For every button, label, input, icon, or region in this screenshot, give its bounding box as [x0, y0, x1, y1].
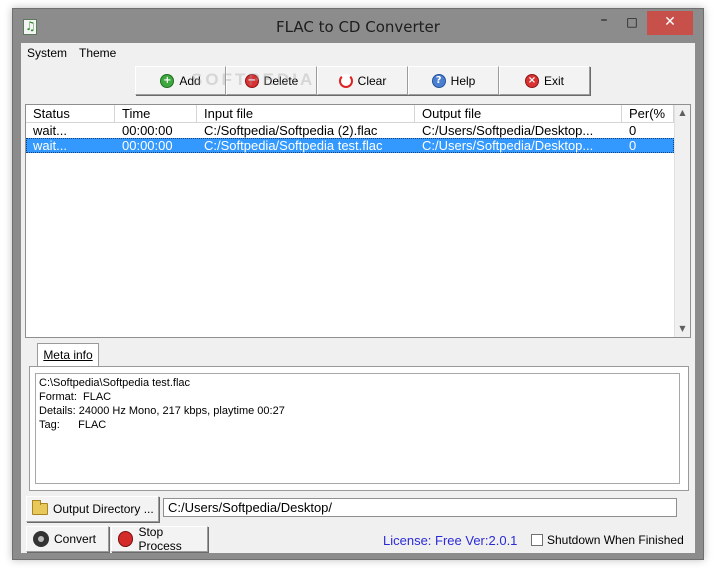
exit-button-label: Exit	[543, 73, 564, 88]
app-window: FLAC to CD Converter – □ ✕ System Theme …	[12, 8, 704, 560]
shutdown-label: Shutdown When Finished	[547, 533, 684, 547]
delete-button[interactable]: − Delete	[226, 66, 317, 95]
meta-line-tag: Tag: FLAC	[39, 419, 107, 431]
add-button-label: Add	[179, 73, 201, 88]
column-percent[interactable]: Per(%	[622, 105, 674, 123]
row-output-file: C:/Users/Softpedia/Desktop...	[422, 123, 594, 138]
minimize-button[interactable]: –	[591, 11, 617, 35]
table-row[interactable]: wait... 00:00:00 C:/Softpedia/Softpedia …	[26, 123, 674, 138]
row-time: 00:00:00	[122, 123, 173, 138]
column-time[interactable]: Time	[115, 105, 197, 123]
help-icon: ?	[431, 73, 446, 88]
meta-line-details: Details: 24000 Hz Mono, 217 kbps, playti…	[39, 405, 285, 417]
row-input-file: C:/Softpedia/Softpedia test.flac	[204, 138, 383, 153]
table-row-selected[interactable]: wait... 00:00:00 C:/Softpedia/Softpedia …	[26, 138, 674, 153]
client-area: System Theme + Add − Delete Clear ? Help…	[21, 43, 695, 553]
license-version-text: License: Free Ver:2.0.1	[383, 533, 518, 548]
file-list-scrollbar[interactable]: ▲ ▼	[674, 105, 690, 337]
convert-button[interactable]: Convert	[26, 526, 109, 552]
output-directory-button[interactable]: Output Directory ...	[26, 496, 159, 522]
meta-line-path: C:\Softpedia\Softpedia test.flac	[39, 377, 191, 389]
file-list-header: Status Time Input file Output file Per(%	[26, 105, 674, 123]
scroll-down-icon[interactable]: ▼	[675, 321, 690, 337]
row-output-file: C:/Users/Softpedia/Desktop...	[422, 138, 594, 153]
row-percent: 0	[629, 138, 637, 153]
row-percent: 0	[629, 123, 637, 138]
folder-icon	[32, 500, 48, 515]
film-reel-icon	[33, 531, 49, 547]
row-status: wait...	[33, 123, 67, 138]
help-button[interactable]: ? Help	[408, 66, 499, 95]
output-directory-field[interactable]: C:/Users/Softpedia/Desktop/	[163, 498, 677, 517]
column-status[interactable]: Status	[26, 105, 115, 123]
menu-bar: System Theme	[21, 43, 695, 63]
title-bar[interactable]: FLAC to CD Converter – □ ✕	[13, 9, 703, 43]
stop-process-label: Stop Process	[138, 525, 182, 553]
help-button-label: Help	[450, 73, 476, 88]
scroll-up-icon[interactable]: ▲	[675, 105, 690, 121]
clear-button-label: Clear	[357, 73, 387, 88]
add-icon: +	[160, 73, 175, 88]
menu-theme[interactable]: Theme	[79, 46, 116, 60]
row-time: 00:00:00	[122, 138, 173, 153]
delete-icon: −	[244, 73, 259, 88]
close-button[interactable]: ✕	[647, 11, 693, 35]
maximize-button[interactable]: □	[619, 11, 645, 35]
file-list[interactable]: Status Time Input file Output file Per(%…	[25, 104, 691, 338]
exit-icon: ×	[524, 73, 539, 88]
clear-button[interactable]: Clear	[317, 66, 408, 95]
add-button[interactable]: + Add	[135, 66, 226, 95]
column-input-file[interactable]: Input file	[197, 105, 415, 123]
clear-icon	[338, 73, 353, 88]
meta-info-panel: C:\Softpedia\Softpedia test.flac Format:…	[29, 366, 689, 491]
delete-button-label: Delete	[263, 73, 299, 88]
meta-line-format: Format: FLAC	[39, 391, 112, 403]
stop-icon	[118, 531, 134, 547]
stop-process-button[interactable]: Stop Process	[111, 525, 208, 553]
convert-button-label: Convert	[54, 532, 97, 546]
row-status: wait...	[33, 138, 67, 153]
tab-meta-info[interactable]: Meta info	[37, 343, 99, 368]
menu-system[interactable]: System	[27, 46, 67, 60]
shutdown-option[interactable]: Shutdown When Finished	[531, 533, 684, 547]
meta-info-text[interactable]: C:\Softpedia\Softpedia test.flac Format:…	[35, 373, 680, 484]
column-output-file[interactable]: Output file	[415, 105, 622, 123]
output-directory-label: Output Directory ...	[53, 502, 154, 516]
row-input-file: C:/Softpedia/Softpedia (2).flac	[204, 123, 378, 138]
exit-button[interactable]: × Exit	[499, 66, 590, 95]
tab-meta-info-label: Meta info	[43, 348, 93, 362]
shutdown-checkbox[interactable]	[531, 534, 543, 546]
toolbar: + Add − Delete Clear ? Help × Exit SOFTP…	[21, 63, 695, 101]
